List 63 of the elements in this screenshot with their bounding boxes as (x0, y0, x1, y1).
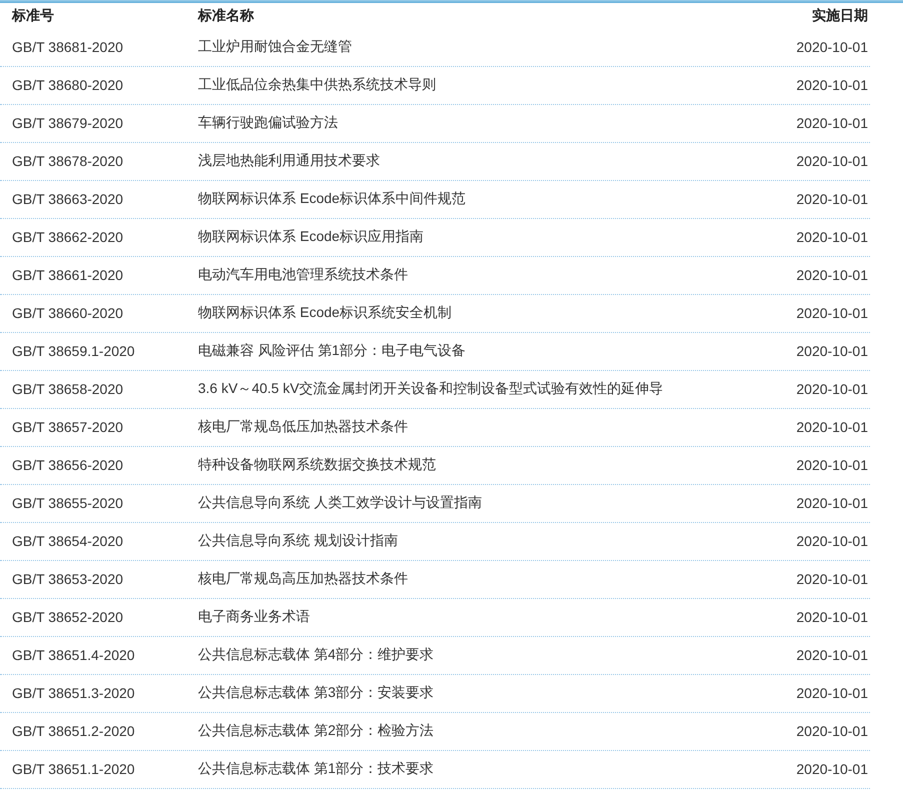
date-cell-text: 2020-10-01 (796, 114, 869, 130)
date-cell-text: 2020-10-01 (796, 38, 869, 54)
standard-code: GB/T 38657-2020 (11, 418, 124, 434)
date-cell-text: 2020-10-01 (796, 722, 869, 738)
date-cell-text: 2020-10-01 (796, 456, 869, 472)
standard-title-link[interactable]: 车辆行驶跑偏试验方法 (198, 114, 770, 132)
standard-title-link[interactable]: 物联网标识体系 Ecode标识应用指南 (198, 228, 770, 246)
standard-title-link[interactable]: 工业炉用耐蚀合金无缝管 (198, 38, 770, 56)
date-cell-text: 2020-10-01 (796, 152, 869, 168)
date-cell-text: 2020-10-01 (796, 380, 869, 396)
standard-title-link[interactable]: 公共信息导向系统 规划设计指南 (198, 532, 770, 550)
standard-title-link[interactable]: 电动汽车用电池管理系统技术条件 (198, 266, 770, 284)
column-header: 标准号 (10, 7, 55, 25)
date-cell-text: 2020-10-01 (796, 570, 869, 586)
date-cell-text: 2020-10-01 (796, 190, 869, 206)
standard-code: GB/T 38651.2-2020 (11, 722, 136, 738)
date-cell-text: 2020-10-01 (796, 532, 869, 548)
date-cell-text: 2020-10-01 (796, 266, 869, 282)
standard-title-link[interactable]: 电子商务业务术语 (198, 608, 770, 626)
standard-code: GB/T 38652-2020 (11, 608, 124, 624)
standard-code: GB/T 38651.3-2020 (11, 684, 136, 700)
standard-code: GB/T 38651.1-2020 (11, 760, 136, 776)
standard-title-link[interactable]: 物联网标识体系 Ecode标识系统安全机制 (198, 304, 770, 322)
standard-title-link[interactable]: 工业低品位余热集中供热系统技术导则 (198, 76, 770, 94)
standard-code: GB/T 38654-2020 (11, 532, 124, 548)
standard-title-link[interactable]: 公共信息导向系统 人类工效学设计与设置指南 (198, 494, 770, 512)
standard-code: GB/T 38658-2020 (11, 380, 124, 396)
standard-code: GB/T 38655-2020 (11, 494, 124, 510)
standard-code: GB/T 38679-2020 (11, 114, 124, 130)
column-header: 实施日期 (812, 7, 869, 25)
date-cell-text: 2020-10-01 (796, 342, 869, 358)
standard-code: GB/T 38680-2020 (11, 76, 124, 92)
standard-title-link[interactable]: 3.6 kV～40.5 kV交流金属封闭开关设备和控制设备型式试验有效性的延伸导 (198, 380, 770, 398)
standard-title-link[interactable]: 电磁兼容 风险评估 第1部分：电子电气设备 (198, 342, 770, 360)
standard-code: GB/T 38651.4-2020 (11, 646, 136, 662)
standard-title-link[interactable]: 公共信息标志载体 第1部分：技术要求 (198, 760, 770, 778)
date-cell-text: 2020-10-01 (796, 494, 869, 510)
date-cell-text: 2020-10-01 (796, 608, 869, 624)
standard-title-link[interactable]: 浅层地热能利用通用技术要求 (198, 152, 770, 170)
standard-title-link[interactable]: 公共信息标志载体 第4部分：维护要求 (198, 646, 770, 664)
date-cell-text: 2020-10-01 (796, 760, 869, 776)
date-cell-text: 2020-10-01 (796, 418, 869, 434)
standard-code: GB/T 38681-2020 (11, 38, 124, 54)
standard-title-link[interactable]: 物联网标识体系 Ecode标识体系中间件规范 (198, 190, 770, 208)
date-cell-text: 2020-10-01 (796, 684, 869, 700)
standard-code: GB/T 38659.1-2020 (11, 342, 136, 358)
standard-title-link[interactable]: 公共信息标志载体 第3部分：安装要求 (198, 684, 770, 702)
standard-code: GB/T 38663-2020 (11, 190, 124, 206)
date-cell-text: 2020-10-01 (796, 646, 869, 662)
standard-title-link[interactable]: 核电厂常规岛高压加热器技术条件 (198, 570, 770, 588)
standard-title-link[interactable]: 核电厂常规岛低压加热器技术条件 (198, 418, 770, 436)
standard-code: GB/T 38656-2020 (11, 456, 124, 472)
standard-code: GB/T 38678-2020 (11, 152, 124, 168)
date-cell-text: 2020-10-01 (796, 228, 869, 244)
date-cell-text: 2020-10-01 (796, 304, 869, 320)
date-cell-text: 2020-10-01 (796, 76, 869, 92)
standard-code: GB/T 38660-2020 (11, 304, 124, 320)
standard-code: GB/T 38661-2020 (11, 266, 124, 282)
standard-title-link[interactable]: 特种设备物联网系统数据交换技术规范 (198, 456, 770, 474)
standard-code: GB/T 38662-2020 (11, 228, 124, 244)
standard-title-link[interactable]: 公共信息标志载体 第2部分：检验方法 (198, 722, 770, 740)
standard-code: GB/T 38653-2020 (11, 570, 124, 586)
column-header: 标准名称 (198, 7, 255, 25)
